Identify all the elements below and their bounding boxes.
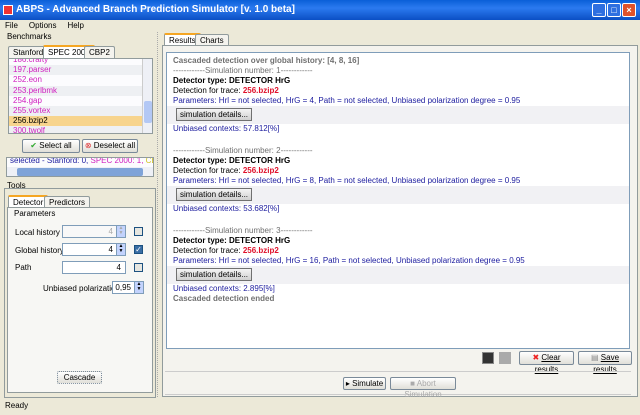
selected-spec: SPEC 2000: 1, (90, 157, 146, 165)
close-button[interactable]: × (622, 3, 636, 17)
benchmark-item[interactable]: 197.parser (9, 65, 143, 76)
trace-label: Detection for trace: (173, 166, 243, 175)
tab-detector[interactable]: Detector (8, 195, 49, 207)
simulation-block: ------------Simulation number: 2--------… (167, 146, 629, 226)
detector-type: Detector type: DETECTOR HrG (173, 76, 291, 85)
polarization-input[interactable]: 0,95 ▲ ▼ (112, 281, 144, 294)
select-all-button[interactable]: ✔ Select all (22, 139, 80, 153)
check-icon: ✔ (30, 141, 40, 150)
unbiased-contexts: Unbiased contexts: 57.812[%] (173, 124, 280, 133)
local-history-label: Local history (15, 228, 60, 237)
detector-type: Detector type: DETECTOR HrG (173, 156, 291, 165)
spinner[interactable]: ▲ ▼ (116, 244, 125, 255)
simulation-title: ------------Simulation number: 1--------… (173, 66, 313, 75)
stop-square-icon: ■ (410, 379, 415, 388)
tab-cbp2[interactable]: CBP2 (84, 46, 115, 58)
benchmark-item[interactable]: 300.twolf (9, 126, 143, 133)
trace-line: Detection for trace: 256.bzip2 (173, 166, 623, 176)
benchmark-item[interactable]: 254.gap (9, 96, 143, 106)
simulation-details-button[interactable]: simulation details... (176, 108, 253, 121)
menu-options[interactable]: Options (29, 21, 57, 30)
parameters-line: Parameters: Hrl = not selected, HrG = 4,… (173, 96, 521, 105)
cancel-icon: ⊗ (84, 141, 94, 150)
global-history-input[interactable]: 4 ▲ ▼ (62, 243, 126, 256)
parameters-line: Parameters: Hrl = not selected, HrG = 8,… (173, 176, 521, 185)
trace-name: 256.bzip2 (242, 166, 279, 175)
parameters-label: Parameters (13, 209, 57, 218)
menu-file[interactable]: File (5, 21, 18, 30)
selected-stanford: Stanford: 0, (46, 157, 91, 165)
simulation-details-button[interactable]: simulation details... (176, 268, 253, 281)
benchmark-item[interactable]: 256.bzip2 (9, 116, 143, 127)
clear-icon: ✖ (532, 353, 540, 362)
parameters-line: Parameters: Hrl = not selected, HrG = 16… (173, 256, 525, 265)
trace-name: 256.bzip2 (242, 246, 279, 255)
polarization-value: 0,95 (115, 283, 131, 292)
results-header: Cascaded detection over global history: … (173, 56, 360, 65)
spinner[interactable]: ▲ ▼ (134, 282, 143, 293)
save-icon: ▤ (590, 353, 599, 362)
status-text: Ready (5, 401, 29, 410)
benchmark-list[interactable]: 186.crafty 197.parser 252.eon 253.perlbmk 25… (8, 58, 153, 134)
trace-line: Detection for trace: 256.bzip2 (173, 246, 623, 256)
benchmark-item[interactable]: 252.eon (9, 75, 143, 85)
results-text-area[interactable]: Cascaded detection over global history: … (166, 52, 630, 349)
minimize-button[interactable]: _ (592, 3, 606, 17)
detector-type: Detector type: DETECTOR HrG (173, 236, 291, 245)
title-bar: ABPS - Advanced Branch Prediction Simula… (0, 0, 640, 20)
deselect-all-label: Deselect all (93, 141, 136, 150)
abort-simulation-button[interactable]: ■ Abort Simulation (390, 377, 456, 399)
save-results-button[interactable]: ▤ Save results (578, 351, 632, 374)
benchmark-item[interactable]: 253.perlbmk (9, 85, 143, 96)
deselect-all-button[interactable]: ⊗ Deselect all (82, 139, 138, 153)
menu-bar: File Options Help (0, 20, 640, 31)
benchmarks-label: Benchmarks (7, 32, 52, 41)
help-icon[interactable] (482, 352, 494, 364)
unbiased-contexts: Unbiased contexts: 53.682[%] (173, 204, 280, 213)
trace-name: 256.bzip2 (242, 86, 279, 95)
menu-help[interactable]: Help (67, 21, 83, 30)
horizontal-scrollbar[interactable] (7, 167, 153, 176)
global-history-checkbox[interactable]: ✓ (134, 245, 143, 254)
stop-icon[interactable] (499, 352, 511, 364)
selected-summary: selected - Stanford: 0, SPEC 2000: 1, CB… (6, 157, 154, 177)
select-all-label: Select all (39, 141, 72, 150)
splitter[interactable] (157, 32, 161, 397)
path-label: Path (15, 263, 32, 272)
path-value: 4 (116, 263, 121, 272)
global-history-label: Global history (15, 246, 64, 255)
app-icon (3, 5, 13, 15)
local-history-input[interactable]: 4 ▲ ▼ (62, 225, 126, 238)
simulation-title: ------------Simulation number: 3--------… (173, 226, 313, 235)
cascade-button[interactable]: Cascade (57, 371, 102, 384)
benchmark-item[interactable]: 255.vortex (9, 105, 143, 117)
clear-results-button[interactable]: ✖ Clear results (519, 351, 574, 374)
simulation-details-button[interactable]: simulation details... (176, 188, 253, 201)
trace-label: Detection for trace: (173, 246, 243, 255)
maximize-button[interactable]: □ (607, 3, 621, 17)
simulation-block: ------------Simulation number: 1--------… (167, 66, 629, 146)
selected-prefix: selected - (10, 157, 47, 165)
path-checkbox[interactable] (134, 263, 143, 272)
polarization-label: Unbiased polarization (43, 284, 120, 293)
play-icon: ▸ (345, 379, 350, 388)
trace-label: Detection for trace: (173, 86, 243, 95)
selected-cbp: CBP2: 0 (145, 157, 153, 165)
local-history-checkbox[interactable] (134, 227, 143, 236)
list-scrollbar[interactable] (142, 59, 152, 133)
path-input[interactable]: 4 (62, 261, 126, 274)
trace-line: Detection for trace: 256.bzip2 (173, 86, 623, 96)
spinner[interactable]: ▲ ▼ (116, 226, 125, 237)
simulate-button[interactable]: ▸ Simulate (343, 377, 386, 390)
simulate-label: Simulate (352, 379, 384, 388)
unbiased-contexts: Unbiased contexts: 2.895[%] (173, 284, 275, 293)
global-history-value: 4 (108, 245, 113, 254)
simulation-title: ------------Simulation number: 2--------… (173, 146, 313, 155)
simulation-block: ------------Simulation number: 3--------… (167, 226, 629, 294)
local-history-value: 4 (108, 227, 113, 236)
window-title: ABPS - Advanced Branch Prediction Simula… (16, 4, 295, 15)
results-footer: Cascaded detection ended (173, 294, 275, 303)
benchmark-item[interactable]: 186.crafty (9, 59, 143, 65)
